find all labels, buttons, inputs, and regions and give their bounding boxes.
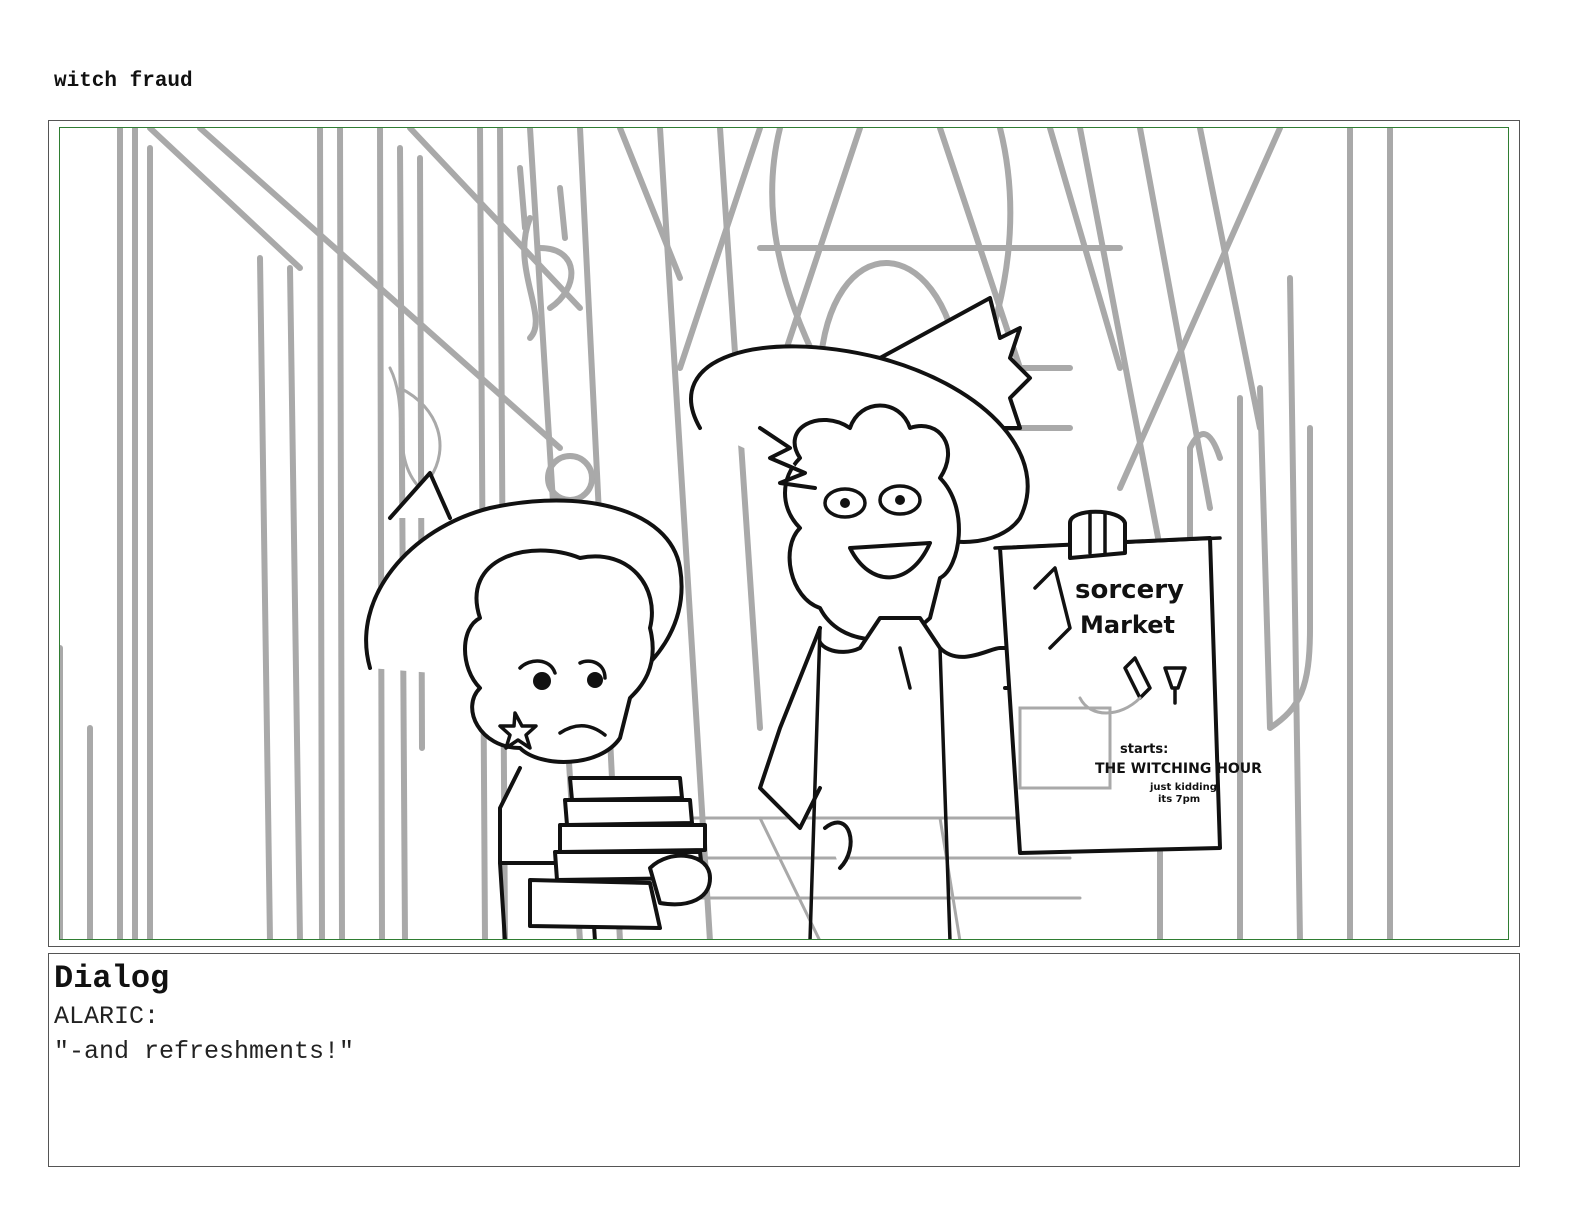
small-witch-character [364,471,712,939]
poster-title-line-2: Market [1080,611,1175,639]
dialog-speaker: ALARIC: [54,1002,160,1031]
panel-drawing: sorcery Market starts: THE WITCHING HOUR… [60,128,1393,939]
dialog-line: "-and refreshments!" [54,1037,355,1066]
sorcery-market-poster: sorcery Market starts: THE WITCHING HOUR… [993,509,1262,855]
dialog-heading: Dialog [54,960,170,997]
panel-safe-area: sorcery Market starts: THE WITCHING HOUR… [59,127,1509,940]
dialog-box: Dialog ALARIC: "-and refreshments!" [48,953,1520,1167]
poster-starts-label: starts: [1120,742,1168,757]
poster-title-line-1: sorcery [1075,575,1184,605]
poster-witching-hour: THE WITCHING HOUR [1095,761,1262,777]
page-title: witch fraud [54,70,193,93]
poster-just-kidding: just kidding [1149,782,1217,793]
poster-time-note: its 7pm [1158,794,1200,805]
storyboard-panel: sorcery Market starts: THE WITCHING HOUR… [48,120,1520,947]
